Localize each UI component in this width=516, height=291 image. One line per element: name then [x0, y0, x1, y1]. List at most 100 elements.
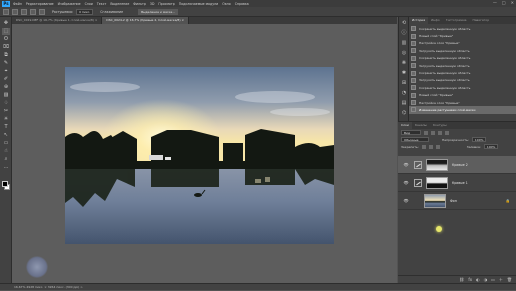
history-item[interactable]: Сохранить выделенную область [409, 25, 516, 32]
hand-tool-icon[interactable]: ☝ [2, 148, 10, 155]
layer-kind-filter[interactable]: Вид [401, 130, 421, 135]
menu-filter[interactable]: Фильтр [133, 2, 146, 6]
visibility-eye-icon[interactable]: 👁 [403, 162, 409, 167]
brush-tool-icon[interactable]: ✐ [2, 76, 10, 83]
layer-mask-thumbnail[interactable] [426, 158, 448, 171]
lock-all-icon[interactable] [435, 144, 440, 149]
dodge-tool-icon[interactable]: ☀ [2, 116, 10, 123]
crop-tool-icon[interactable]: ⧉ [2, 52, 10, 59]
menu-3d[interactable]: 3D [150, 2, 154, 6]
tab-info[interactable]: Инфо [428, 17, 443, 24]
foreground-color-swatch[interactable] [2, 181, 8, 187]
history-item[interactable]: Сохранить выделенную область [409, 69, 516, 76]
gradient-tool-icon[interactable]: ♢ [2, 100, 10, 107]
adjustments-icon[interactable]: ✱ [401, 70, 407, 76]
menu-layers[interactable]: Слои [85, 2, 93, 6]
lock-position-icon[interactable] [428, 144, 433, 149]
history-item[interactable]: Сохранить выделенную область [409, 55, 516, 62]
marquee-tool-icon[interactable]: ⬚ [2, 28, 10, 35]
antialias-checkbox[interactable]: Сглаживание [100, 10, 123, 14]
eraser-tool-icon[interactable]: ▨ [2, 92, 10, 99]
close-icon[interactable]: ✕ [511, 0, 514, 5]
document-photo[interactable] [65, 67, 334, 244]
channels-icon[interactable]: ▤ [401, 100, 407, 106]
layer-style-icon[interactable]: fx [468, 277, 472, 282]
info-icon[interactable]: ⓘ [401, 30, 407, 36]
menu-image[interactable]: Изображение [58, 2, 81, 6]
history-item[interactable]: Загрузить выделенную область [409, 62, 516, 69]
new-selection-icon[interactable] [12, 8, 18, 15]
select-and-mask-button[interactable]: Выделение и маска... [138, 8, 179, 15]
curves-adjustment-icon[interactable] [414, 160, 422, 169]
maximize-icon[interactable]: □ [502, 0, 506, 5]
menu-type[interactable]: Текст [97, 2, 106, 6]
menu-window[interactable]: Окно [222, 2, 230, 6]
properties-icon[interactable]: ◔ [401, 90, 407, 96]
color-icon[interactable]: ◎ [401, 50, 407, 56]
menu-view[interactable]: Просмотр [158, 2, 174, 6]
history-item[interactable]: Сохранить выделенную область [409, 84, 516, 91]
layer-mask-thumbnail[interactable] [426, 176, 448, 189]
new-adjustment-icon[interactable]: ◑ [484, 277, 488, 282]
filter-type-icon[interactable] [438, 130, 442, 135]
link-layers-icon[interactable]: ⛓ [459, 277, 464, 282]
marquee-preset-icon[interactable] [3, 8, 9, 15]
subtract-selection-icon[interactable] [30, 8, 36, 15]
intersect-selection-icon[interactable] [39, 8, 45, 15]
menu-edit[interactable]: Редактирование [26, 2, 54, 6]
tab-history[interactable]: История [409, 17, 429, 24]
new-group-icon[interactable]: ▭ [491, 277, 495, 282]
layer-curves-2[interactable]: 👁 Кривые 2 [398, 156, 516, 174]
libraries-icon[interactable]: ⊞ [401, 80, 407, 86]
paths-icon[interactable]: ⌬ [401, 110, 407, 116]
blend-mode-select[interactable]: Обычные [401, 137, 429, 142]
opacity-input[interactable]: 100% [471, 137, 487, 142]
history-item[interactable]: Загрузить выделенную область [409, 77, 516, 84]
clone-stamp-tool-icon[interactable]: ⊕ [2, 84, 10, 91]
history-item[interactable]: Настройка слоя "Кривые" [409, 99, 516, 106]
brush-settings-icon[interactable]: ❋ [401, 60, 407, 66]
tab-histogram[interactable]: Гистограмма [443, 17, 470, 24]
tab-navigator[interactable]: Навигатор [469, 17, 492, 24]
tab-layers[interactable]: Слои [398, 122, 412, 129]
visibility-eye-icon[interactable]: 👁 [403, 180, 409, 185]
filter-pixel-icon[interactable] [424, 130, 428, 135]
history-item-current[interactable]: Изменение растушевки слой-маски [409, 106, 516, 114]
canvas-area[interactable] [12, 24, 397, 283]
lock-pixels-icon[interactable] [421, 144, 426, 149]
menu-help[interactable]: Справка [235, 2, 249, 6]
new-layer-icon[interactable]: ＋ [499, 277, 503, 283]
type-tool-icon[interactable]: T [2, 124, 10, 131]
tab-channels[interactable]: Каналы [412, 122, 430, 129]
add-selection-icon[interactable] [21, 8, 27, 15]
quick-select-tool-icon[interactable]: ⌧ [2, 44, 10, 51]
menu-plugins[interactable]: Подключаемые модули [179, 2, 218, 6]
minimize-icon[interactable]: — [493, 0, 497, 5]
add-mask-icon[interactable]: ◐ [476, 277, 480, 282]
layer-curves-1[interactable]: 👁 Кривые 1 [398, 174, 516, 192]
history-item[interactable]: Новый слой "Кривые" [409, 92, 516, 99]
zoom-tool-icon[interactable]: ⌕ [2, 156, 10, 163]
menu-file[interactable]: Файл [13, 2, 22, 6]
tab-paths[interactable]: Контуры [430, 122, 450, 129]
filter-shape-icon[interactable] [445, 130, 449, 135]
feather-input[interactable]: 0 пикс. [76, 8, 94, 15]
history-item[interactable]: Настройка слоя "Кривые" [409, 40, 516, 47]
menu-select[interactable]: Выделение [110, 2, 129, 6]
swatches-icon[interactable]: ▥ [401, 40, 407, 46]
rectangle-tool-icon[interactable]: ▭ [2, 140, 10, 147]
history-item[interactable]: Новый слой "Кривые" [409, 32, 516, 39]
fill-input[interactable]: 100% [483, 144, 499, 149]
more-tools-icon[interactable]: … [2, 164, 10, 171]
curves-adjustment-icon[interactable] [414, 178, 422, 187]
history-icon[interactable]: ⟲ [401, 20, 407, 26]
eyedropper-tool-icon[interactable]: ✎ [2, 60, 10, 67]
move-tool-icon[interactable]: ✥ [2, 20, 10, 27]
path-select-tool-icon[interactable]: ↖ [2, 132, 10, 139]
tab-document-1[interactable]: DSC_0019.NEF @ 16,7% (Кривые 1, Слой-мас… [12, 17, 103, 24]
background-thumbnail[interactable] [424, 193, 446, 208]
healing-tool-icon[interactable]: ⌖ [2, 68, 10, 75]
layer-background[interactable]: 👁 Фон 🔒 [398, 192, 516, 210]
filter-adjustment-icon[interactable] [431, 130, 435, 135]
history-item[interactable]: Загрузить выделенную область [409, 47, 516, 54]
